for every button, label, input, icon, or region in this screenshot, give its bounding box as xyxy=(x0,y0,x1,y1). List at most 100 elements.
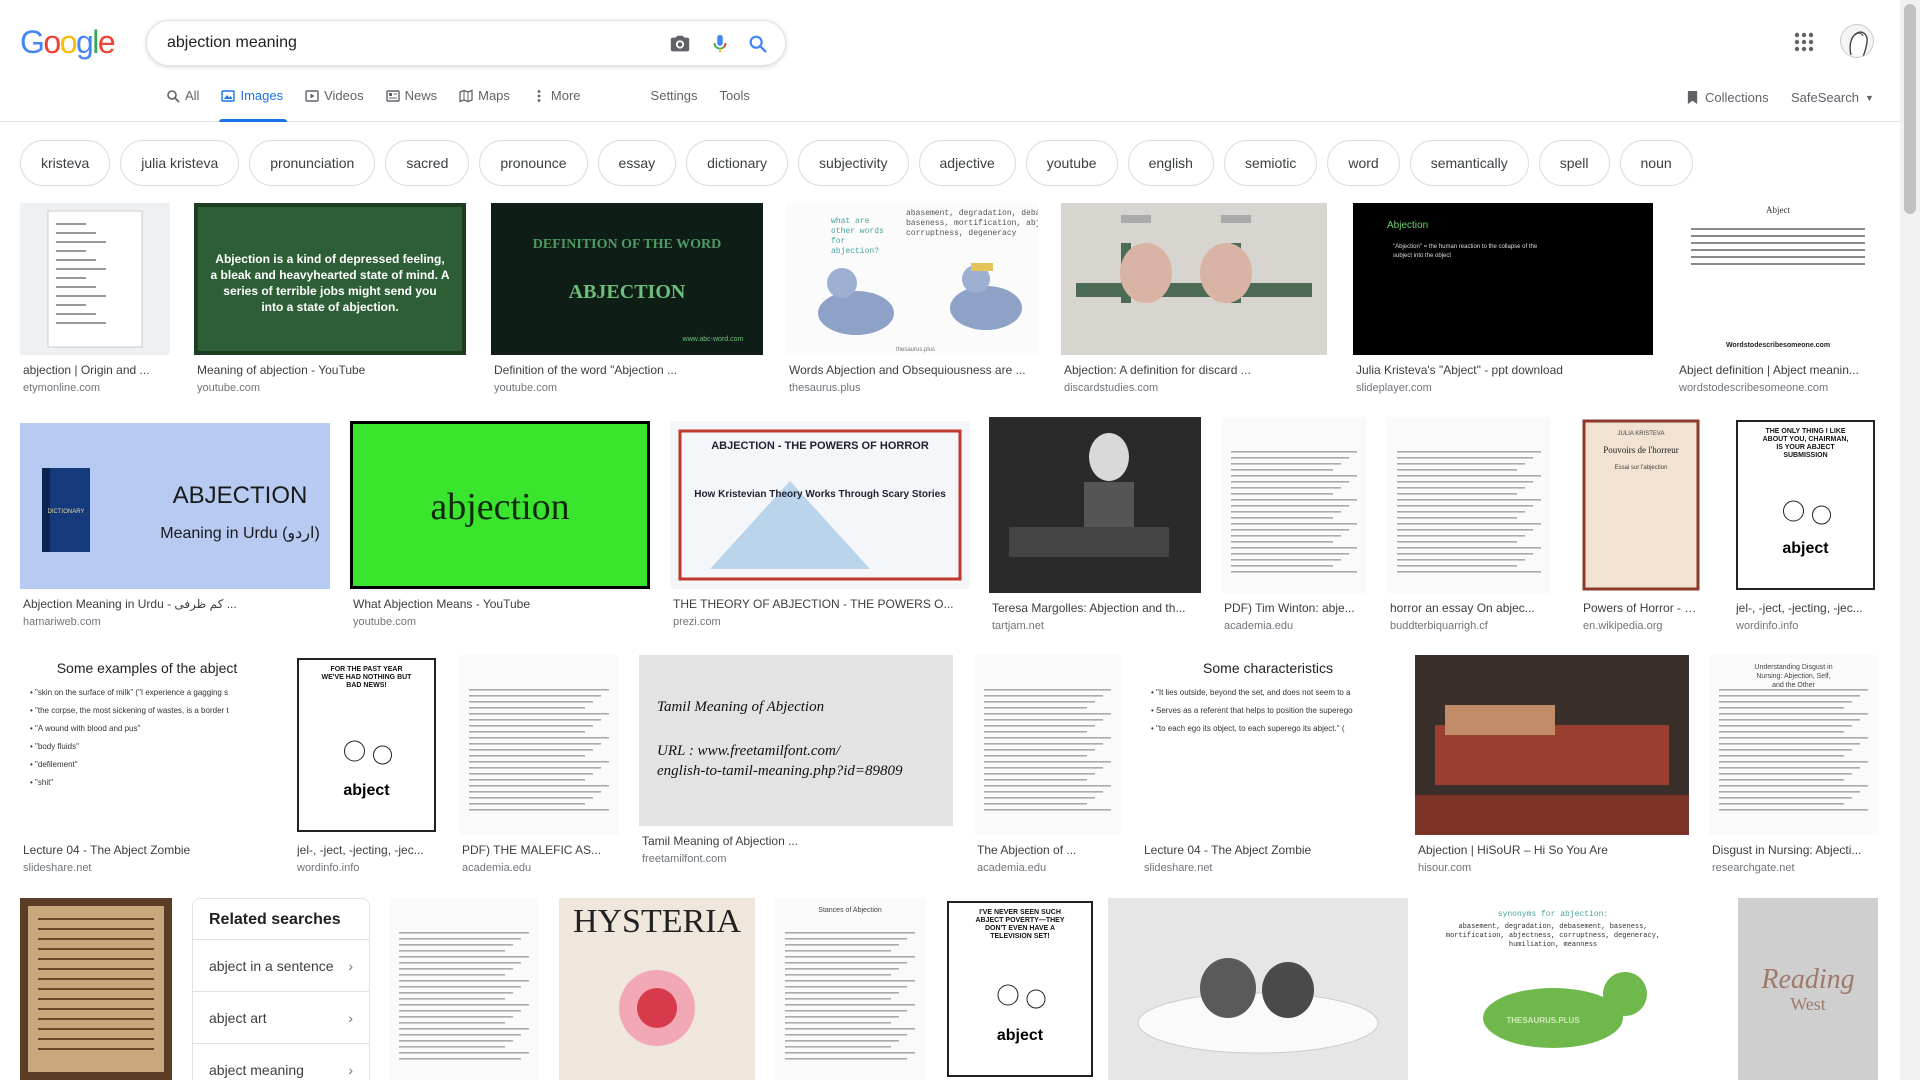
result-title[interactable]: Disgust in Nursing: Abjecti... xyxy=(1712,843,1875,857)
result-source[interactable]: thesaurus.plus xyxy=(789,382,1035,394)
result-title[interactable]: PDF) THE MALEFIC AS... xyxy=(462,843,616,857)
result-title[interactable]: abjection | Origin and ... xyxy=(23,363,167,377)
page-scrollbar[interactable] xyxy=(1900,0,1920,1080)
result-source[interactable]: hamariweb.com xyxy=(23,616,327,628)
thumb-text: URL : www.freetamilfont.com/ xyxy=(657,743,842,759)
thumb-text: Reading xyxy=(1760,964,1854,995)
result-thumbnail[interactable]: JULIA KRISTEVA Pouvoirs de l'horreur Essai… xyxy=(1580,417,1702,593)
thumbnail-image xyxy=(389,898,539,1080)
result-title[interactable]: Lecture 04 - The Abject Zombie xyxy=(23,843,271,857)
result-thumbnail[interactable]: Abjection "Abjection" = the human reactio… xyxy=(1353,203,1653,355)
related-search-item[interactable]: abject meaning › xyxy=(193,1044,369,1080)
result-thumbnail[interactable] xyxy=(1061,203,1327,355)
result-thumbnail[interactable] xyxy=(1387,417,1551,593)
related-search-item[interactable]: abject art › xyxy=(193,992,369,1044)
result-thumbnail[interactable]: THE ONLY THING I LIKE ABOUT YOU, CHAIRMAN… xyxy=(1733,417,1878,593)
result-title[interactable]: THE THEORY OF ABJECTION - THE POWERS O..… xyxy=(673,597,967,611)
thumb-text: Some examples of the abject xyxy=(57,660,238,676)
result-title[interactable]: PDF) Tim Winton: abje... xyxy=(1224,601,1364,615)
result-title[interactable]: Meaning of abjection - YouTube xyxy=(197,363,463,377)
result-source[interactable]: buddterbiquarrigh.cf xyxy=(1390,620,1548,632)
result-title[interactable]: The Abjection of ... xyxy=(977,843,1118,857)
result-source[interactable]: etymonline.com xyxy=(23,382,167,394)
result-source[interactable]: wordstodescribesomeone.com xyxy=(1679,382,1877,394)
result-thumbnail[interactable] xyxy=(1221,417,1367,593)
result-title[interactable]: Abjection | HiSoUR – Hi So You Are xyxy=(1418,843,1686,857)
thumb-text: West xyxy=(1790,994,1826,1014)
result-thumbnail[interactable]: Some characteristics • "It lies outside, … xyxy=(1141,655,1395,835)
result-source[interactable]: academia.edu xyxy=(462,862,616,874)
result-thumbnail[interactable]: what are other words for abjection? abasemen… xyxy=(786,203,1038,355)
result-thumbnail[interactable] xyxy=(1108,898,1408,1080)
result-source[interactable]: tartjam.net xyxy=(992,620,1198,632)
result-thumbnail[interactable] xyxy=(1415,655,1689,835)
result-thumbnail[interactable]: ABJECTION - THE POWERS OF HORROR How Kris… xyxy=(670,421,970,589)
result-source[interactable]: youtube.com xyxy=(494,382,760,394)
thumbnail-image: Abjection is a kind of depressed feeling… xyxy=(194,203,466,355)
result-thumbnail[interactable]: Tamil Meaning of Abjection URL : www.free… xyxy=(639,655,953,826)
result-source[interactable]: youtube.com xyxy=(353,616,647,628)
result-title[interactable]: horror an essay On abjec... xyxy=(1390,601,1548,615)
result-title[interactable]: Teresa Margolles: Abjection and th... xyxy=(992,601,1198,615)
result-source[interactable]: academia.edu xyxy=(977,862,1118,874)
result-thumbnail[interactable] xyxy=(459,655,619,835)
result-title[interactable]: Abjection Meaning in Urdu - کم ظرفی ... xyxy=(23,597,327,611)
result-thumbnail[interactable]: DEFINITION OF THE WORD ABJECTION www.abc-w… xyxy=(491,203,763,355)
thumb-text: Abjection xyxy=(1387,220,1428,231)
result-source[interactable]: hisour.com xyxy=(1418,862,1686,874)
result-source[interactable]: slideplayer.com xyxy=(1356,382,1650,394)
thumb-text: Wordstodescribesomeone.com xyxy=(1726,342,1830,349)
result-source[interactable]: researchgate.net xyxy=(1712,862,1875,874)
related-search-label: abject in a sentence xyxy=(209,957,334,974)
scrollbar-thumb[interactable] xyxy=(1904,4,1916,214)
result-title[interactable]: Lecture 04 - The Abject Zombie xyxy=(1144,843,1392,857)
related-search-item[interactable]: abject in a sentence › xyxy=(193,940,369,992)
result-title[interactable]: Tamil Meaning of Abjection ... xyxy=(642,834,950,848)
result-title[interactable]: Abjection: A definition for discard ... xyxy=(1064,363,1324,377)
thumb-text: • Serves as a referent that helps to pos… xyxy=(1151,706,1353,715)
result-thumbnail[interactable]: synonyms for abjection: abasement, degrad… xyxy=(1428,898,1678,1080)
result-thumbnail[interactable] xyxy=(20,898,172,1080)
thumb-text: Stances of Abjection xyxy=(818,907,882,914)
result-source[interactable]: youtube.com xyxy=(197,382,463,394)
thumbnail-image: Abject Wordstodescribesomeone.com xyxy=(1676,203,1880,355)
chevron-right-icon: › xyxy=(348,957,353,974)
result-thumbnail[interactable] xyxy=(989,417,1201,593)
result-thumbnail[interactable]: I'VE NEVER SEEN SUCH ABJECT POVERTY—THEY D… xyxy=(944,898,1096,1080)
result-source[interactable]: discardstudies.com xyxy=(1064,382,1324,394)
result-thumbnail[interactable]: Abject Wordstodescribesomeone.com xyxy=(1676,203,1880,355)
result-thumbnail[interactable]: Abjection is a kind of depressed feeling… xyxy=(194,203,466,355)
thumbnail-image: ReadingWest xyxy=(1738,898,1878,1080)
result-title[interactable]: Julia Kristeva's "Abject" - ppt download xyxy=(1356,363,1650,377)
result-thumbnail[interactable]: Some examples of the abject • "skin on th… xyxy=(20,655,274,835)
result-source[interactable]: prezi.com xyxy=(673,616,967,628)
result-source[interactable]: slideshare.net xyxy=(23,862,271,874)
result-thumbnail[interactable]: Reading West xyxy=(1738,898,1878,1080)
result-source[interactable]: slideshare.net xyxy=(1144,862,1392,874)
result-thumbnail[interactable]: abjection xyxy=(350,421,650,589)
result-title[interactable]: Abject definition | Abject meanin... xyxy=(1679,363,1877,377)
result-title[interactable]: Powers of Horror - Wi... xyxy=(1583,601,1699,615)
result-title[interactable]: Definition of the word "Abjection ... xyxy=(494,363,760,377)
result-source[interactable]: academia.edu xyxy=(1224,620,1364,632)
thumb-text: • "shit" xyxy=(30,778,53,787)
result-thumbnail[interactable] xyxy=(20,203,170,355)
result-source[interactable]: wordinfo.info xyxy=(1736,620,1875,632)
result-source[interactable]: en.wikipedia.org xyxy=(1583,620,1699,632)
result-thumbnail[interactable]: DICTIONARY ABJECTION Meaning in Urdu (اردو… xyxy=(20,423,330,589)
related-searches-title: Related searches xyxy=(193,899,369,940)
result-title[interactable]: jel-, -ject, -jecting, -jec... xyxy=(1736,601,1875,615)
result-thumbnail[interactable] xyxy=(389,898,539,1080)
result-title[interactable]: jel-, -ject, -jecting, -jec... xyxy=(297,843,436,857)
result-thumbnail[interactable]: HYSTERIA xyxy=(559,898,755,1080)
result-thumbnail[interactable]: FOR THE PAST YEAR WE'VE HAD NOTHING BUT BA… xyxy=(294,655,439,835)
thumbnail-image: Understanding Disgust in Nursing: Abjecti… xyxy=(1709,655,1878,835)
result-source[interactable]: freetamilfont.com xyxy=(642,853,950,865)
result-source[interactable]: wordinfo.info xyxy=(297,862,436,874)
result-thumbnail[interactable]: Understanding Disgust in Nursing: Abjecti… xyxy=(1709,655,1878,835)
result-title[interactable]: What Abjection Means - YouTube xyxy=(353,597,647,611)
thumbnail-image xyxy=(20,203,170,355)
result-title[interactable]: Words Abjection and Obsequiousness are .… xyxy=(789,363,1035,377)
result-thumbnail[interactable]: Stances of Abjection xyxy=(775,898,925,1080)
result-thumbnail[interactable] xyxy=(974,655,1121,835)
